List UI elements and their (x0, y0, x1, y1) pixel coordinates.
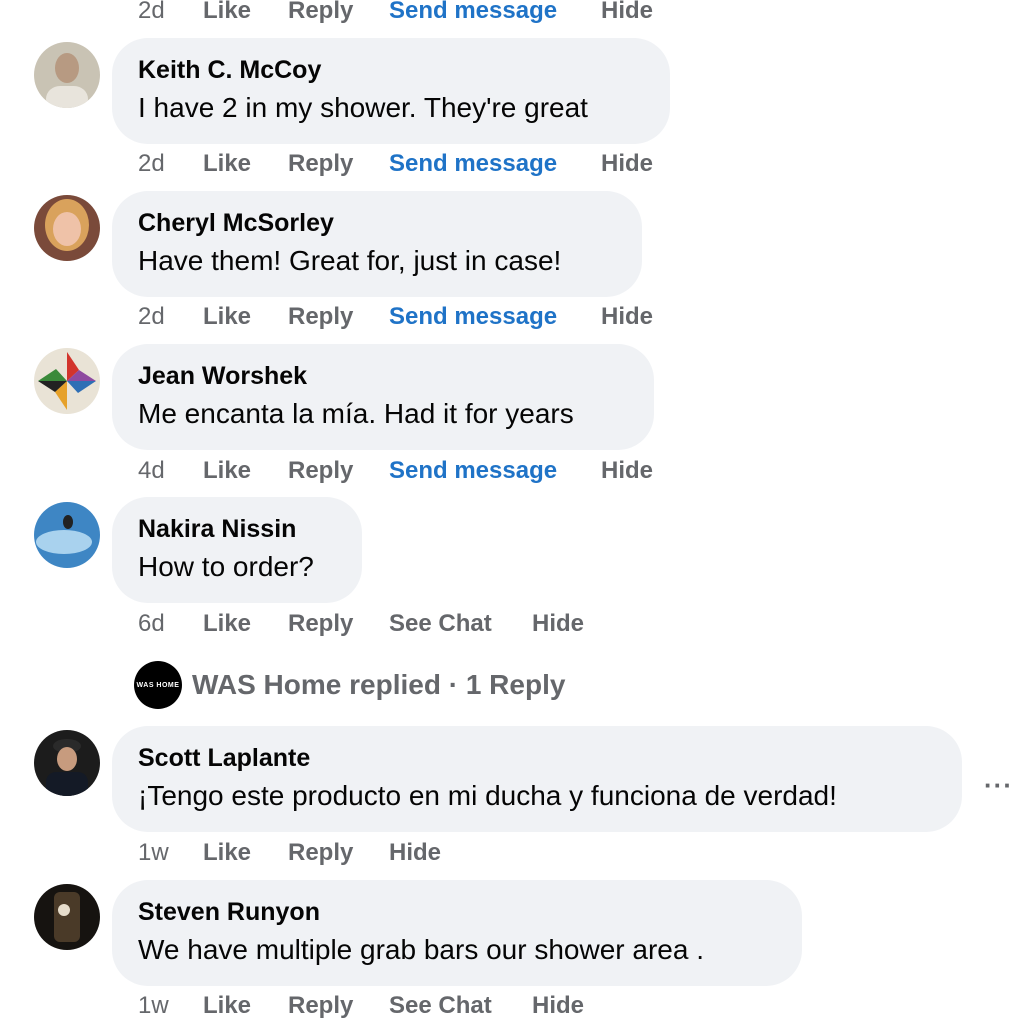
top-actions: 2d Like Reply Send message Hide (138, 0, 653, 26)
comment-author[interactable]: Steven Runyon (138, 898, 320, 927)
reply-link[interactable]: Reply (288, 839, 389, 867)
comment-actions: 6d Like Reply See Chat Hide (138, 608, 584, 640)
send-message-link[interactable]: Send message (389, 0, 601, 25)
timestamp[interactable]: 4d (138, 457, 203, 485)
page-logo-icon: WAS HOME (134, 661, 182, 709)
see-chat-link[interactable]: See Chat (389, 992, 532, 1020)
reply-link[interactable]: Reply (288, 0, 389, 25)
reply-link[interactable]: Reply (288, 457, 389, 485)
comment-text: How to order? (138, 551, 314, 582)
avatar[interactable] (34, 502, 100, 568)
reply-link[interactable]: Reply (288, 992, 389, 1020)
like-link[interactable]: Like (203, 457, 288, 485)
comment-author[interactable]: Jean Worshek (138, 362, 307, 391)
comment-author[interactable]: Nakira Nissin (138, 515, 296, 544)
hide-link[interactable]: Hide (532, 610, 584, 638)
like-link[interactable]: Like (203, 839, 288, 867)
like-link[interactable]: Like (203, 0, 288, 25)
comment-bubble: Jean Worshek Me encanta la mía. Had it f… (112, 344, 654, 450)
hide-link[interactable]: Hide (532, 992, 584, 1020)
avatar[interactable] (34, 348, 100, 414)
timestamp[interactable]: 6d (138, 610, 203, 638)
comment-bubble: Cheryl McSorley Have them! Great for, ju… (112, 191, 642, 297)
hide-link[interactable]: Hide (601, 0, 653, 25)
avatar[interactable] (34, 42, 100, 108)
avatar[interactable] (34, 195, 100, 261)
comment-actions: 1w Like Reply See Chat Hide (138, 990, 584, 1022)
send-message-link[interactable]: Send message (389, 303, 601, 331)
see-chat-link[interactable]: See Chat (389, 610, 532, 638)
more-options-icon[interactable]: ··· (984, 770, 1013, 801)
reply-thread-text[interactable]: WAS Home replied · 1 Reply (192, 669, 565, 701)
comment-text: Have them! Great for, just in case! (138, 245, 562, 276)
timestamp[interactable]: 1w (138, 839, 203, 867)
reply-link[interactable]: Reply (288, 150, 389, 178)
avatar[interactable] (34, 884, 100, 950)
send-message-link[interactable]: Send message (389, 150, 601, 178)
comment-actions: 1w Like Reply Hide (138, 837, 441, 869)
comment-author[interactable]: Cheryl McSorley (138, 209, 334, 238)
comment-actions: 4d Like Reply Send message Hide (138, 455, 653, 487)
reply-link[interactable]: Reply (288, 610, 389, 638)
like-link[interactable]: Like (203, 150, 288, 178)
reply-thread-link[interactable]: WAS HOME WAS Home replied · 1 Reply (134, 660, 565, 710)
timestamp[interactable]: 2d (138, 150, 203, 178)
timestamp[interactable]: 2d (138, 303, 203, 331)
send-message-link[interactable]: Send message (389, 457, 601, 485)
comment-bubble: Keith C. McCoy I have 2 in my shower. Th… (112, 38, 670, 144)
comment-text: We have multiple grab bars our shower ar… (138, 934, 704, 965)
avatar[interactable] (34, 730, 100, 796)
hide-link[interactable]: Hide (389, 839, 441, 867)
like-link[interactable]: Like (203, 303, 288, 331)
hide-link[interactable]: Hide (601, 457, 653, 485)
comment-text: ¡Tengo este producto en mi ducha y funci… (138, 780, 837, 811)
comment-actions: 2d Like Reply Send message Hide (138, 301, 653, 333)
timestamp[interactable]: 1w (138, 992, 203, 1020)
like-link[interactable]: Like (203, 992, 288, 1020)
reply-link[interactable]: Reply (288, 303, 389, 331)
hide-link[interactable]: Hide (601, 150, 653, 178)
comment-bubble: Scott Laplante ¡Tengo este producto en m… (112, 726, 962, 832)
comment-text: Me encanta la mía. Had it for years (138, 398, 574, 429)
comment-author[interactable]: Scott Laplante (138, 744, 310, 773)
comment-actions: 2d Like Reply Send message Hide (138, 148, 653, 180)
like-link[interactable]: Like (203, 610, 288, 638)
comment-author[interactable]: Keith C. McCoy (138, 56, 321, 85)
comment-bubble: Nakira Nissin How to order? (112, 497, 362, 603)
comment-bubble: Steven Runyon We have multiple grab bars… (112, 880, 802, 986)
hide-link[interactable]: Hide (601, 303, 653, 331)
timestamp: 2d (138, 0, 165, 24)
comment-text: I have 2 in my shower. They're great (138, 92, 588, 123)
